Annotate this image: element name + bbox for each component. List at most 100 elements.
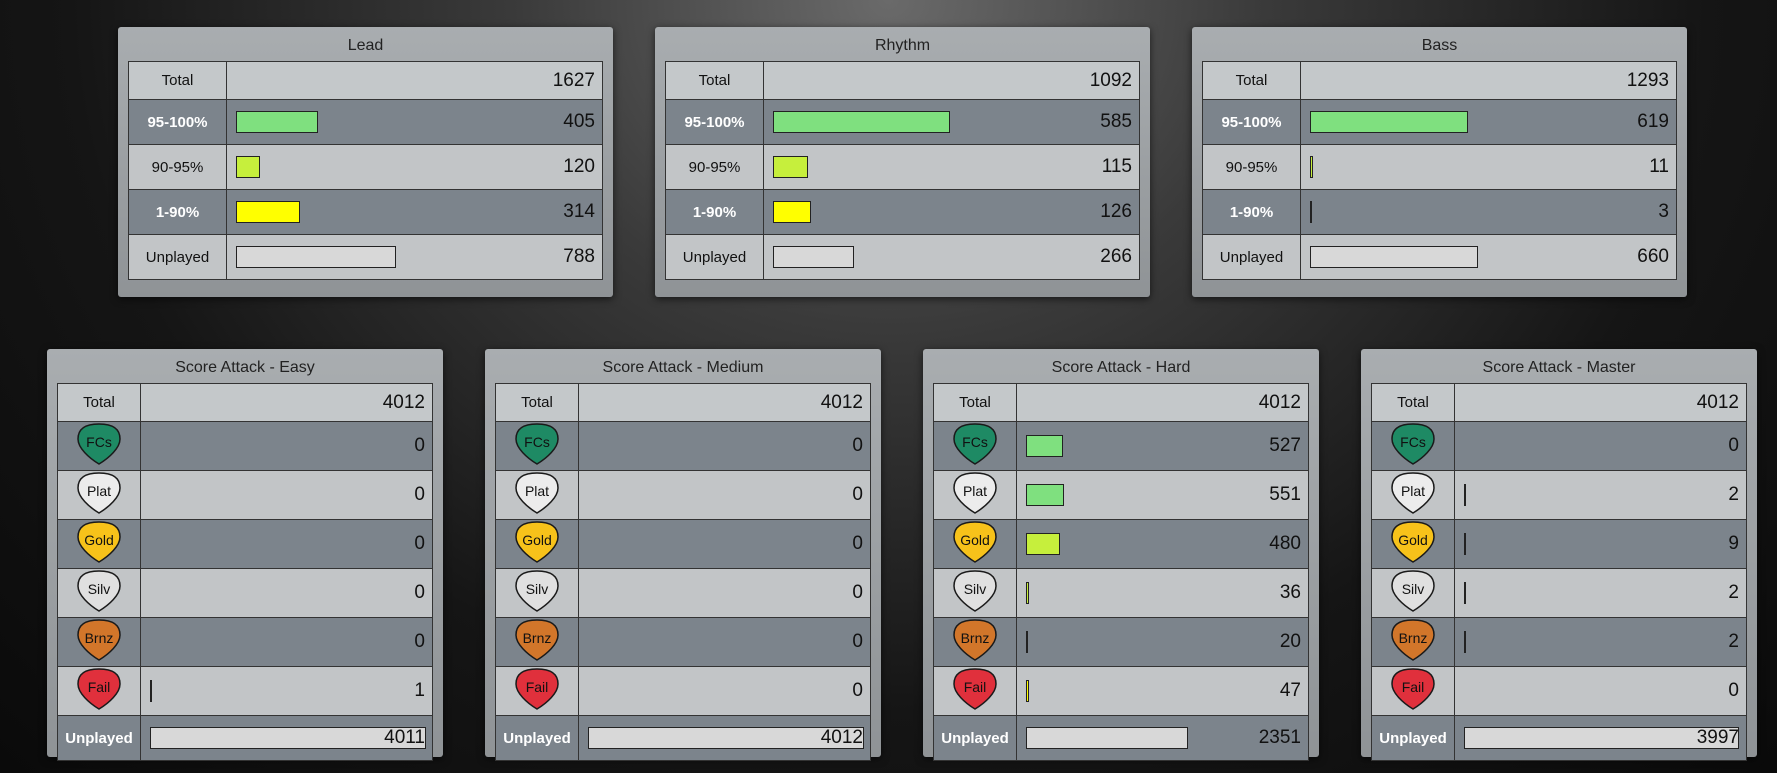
- bar-cell: 0: [140, 421, 433, 471]
- bar-cell: 0: [1454, 666, 1747, 716]
- pick-cell: Plat: [495, 470, 579, 520]
- row-value: 2: [1728, 484, 1739, 505]
- row-value: 0: [852, 484, 863, 505]
- bar-cell: 314: [226, 189, 603, 235]
- bar-cell: 9: [1454, 519, 1747, 569]
- progress-bar: [1310, 246, 1478, 268]
- total-label: Total: [57, 383, 141, 422]
- panel-title: Bass: [1421, 37, 1458, 54]
- bar-cell: 0: [1454, 421, 1747, 471]
- progress-bar: [1310, 156, 1313, 178]
- row-value: 585: [1100, 111, 1132, 132]
- progress-bar: [1464, 582, 1466, 604]
- stats-row: 95-100% 585: [665, 99, 1140, 145]
- pick-cell: Brnz: [1371, 617, 1455, 667]
- gold-pick-icon: Gold: [514, 520, 560, 564]
- row-value: 9: [1728, 533, 1739, 554]
- panel-title: Lead: [347, 37, 384, 54]
- row-label: Unplayed: [665, 234, 764, 280]
- pick-cell: Silv: [933, 568, 1017, 618]
- bar-cell: 2: [1454, 568, 1747, 618]
- pick-label: Gold: [960, 532, 990, 548]
- pick-cell: Silv: [57, 568, 141, 618]
- bar-cell: 2351: [1016, 715, 1309, 761]
- bar-cell: 0: [140, 568, 433, 618]
- stats-table: Total 1627 95-100% 405 90-95% 120 1-90% 314 Unpl…: [128, 61, 603, 280]
- row-value: 0: [852, 631, 863, 652]
- total-cell: 4012: [140, 383, 433, 422]
- panel-bass: Bass Total 1293 95-100% 619 90-95% 11 1-90% 3 Unp…: [1192, 27, 1687, 297]
- row-value: 0: [852, 582, 863, 603]
- progress-bar: [1464, 533, 1466, 555]
- progress-bar: [773, 156, 808, 178]
- bar-cell: 1: [140, 666, 433, 716]
- row-label: Unplayed: [128, 234, 227, 280]
- unplayed-row: Unplayed 4011: [57, 715, 433, 761]
- fail-pick-icon: Fail: [1390, 667, 1436, 711]
- total-cell: 4012: [1454, 383, 1747, 422]
- bar-cell: 0: [578, 519, 871, 569]
- plat-pick-icon: Plat: [76, 471, 122, 515]
- stats-row: Brnz 20: [933, 617, 1309, 667]
- stats-row: Fail 1: [57, 666, 433, 716]
- panel-rhythm: Rhythm Total 1092 95-100% 585 90-95% 115 1-90% 1…: [655, 27, 1150, 297]
- pick-label: Fail: [963, 679, 987, 695]
- pick-label: FCs: [86, 434, 112, 450]
- bar-cell: 47: [1016, 666, 1309, 716]
- stats-row: Unplayed 788: [128, 234, 603, 280]
- row-label: 95-100%: [1202, 99, 1301, 145]
- total-value: 4012: [820, 391, 863, 413]
- bar-cell: 4011: [140, 715, 433, 761]
- unplayed-row: Unplayed 4012: [495, 715, 871, 761]
- pick-cell: Plat: [933, 470, 1017, 520]
- fcs-pick-icon: FCs: [76, 422, 122, 466]
- plat-pick-icon: Plat: [952, 471, 998, 515]
- row-value: 120: [563, 156, 595, 177]
- total-row: Total 4012: [933, 383, 1309, 422]
- fcs-pick-icon: FCs: [514, 422, 560, 466]
- plat-pick-icon: Plat: [514, 471, 560, 515]
- bar-cell: 0: [578, 617, 871, 667]
- pick-cell: Silv: [495, 568, 579, 618]
- bar-cell: 551: [1016, 470, 1309, 520]
- stats-table: Total 1092 95-100% 585 90-95% 115 1-90% 126 Unpl…: [665, 61, 1140, 280]
- fcs-pick-icon: FCs: [1390, 422, 1436, 466]
- pick-cell: Fail: [57, 666, 141, 716]
- row-value: 0: [852, 533, 863, 554]
- bar-cell: 115: [763, 144, 1140, 190]
- bar-cell: 660: [1300, 234, 1677, 280]
- total-cell: 1627: [226, 61, 603, 100]
- stats-row: Plat 0: [57, 470, 433, 520]
- total-value: 4012: [1696, 391, 1739, 413]
- bar-cell: 2: [1454, 470, 1747, 520]
- bar-cell: 0: [140, 519, 433, 569]
- pick-label: Brnz: [1398, 630, 1428, 646]
- stats-row: Plat 0: [495, 470, 871, 520]
- silv-pick-icon: Silv: [1390, 569, 1436, 613]
- pick-cell: Gold: [57, 519, 141, 569]
- bar-cell: 0: [140, 470, 433, 520]
- bar-cell: 0: [140, 617, 433, 667]
- panel-title: Score Attack - Master: [1482, 359, 1636, 376]
- pick-cell: Fail: [495, 666, 579, 716]
- row-label: 90-95%: [1202, 144, 1301, 190]
- row-value: 11: [1649, 156, 1669, 177]
- brnz-pick-icon: Brnz: [1390, 618, 1436, 662]
- stats-row: 95-100% 405: [128, 99, 603, 145]
- pick-cell: Brnz: [57, 617, 141, 667]
- stats-row: Fail 0: [495, 666, 871, 716]
- silv-pick-icon: Silv: [76, 569, 122, 613]
- total-row: Total 1293: [1202, 61, 1677, 100]
- row-value: 1: [414, 680, 425, 701]
- stats-row: 1-90% 126: [665, 189, 1140, 235]
- total-value: 4012: [1258, 391, 1301, 413]
- row-value: 0: [852, 680, 863, 701]
- gold-pick-icon: Gold: [1390, 520, 1436, 564]
- pick-label: Silv: [525, 581, 549, 597]
- bar-cell: 3997: [1454, 715, 1747, 761]
- pick-cell: Fail: [1371, 666, 1455, 716]
- unplayed-label: Unplayed: [495, 715, 579, 761]
- progress-bar: [1464, 631, 1466, 653]
- pick-label: FCs: [1400, 434, 1426, 450]
- bar-cell: 266: [763, 234, 1140, 280]
